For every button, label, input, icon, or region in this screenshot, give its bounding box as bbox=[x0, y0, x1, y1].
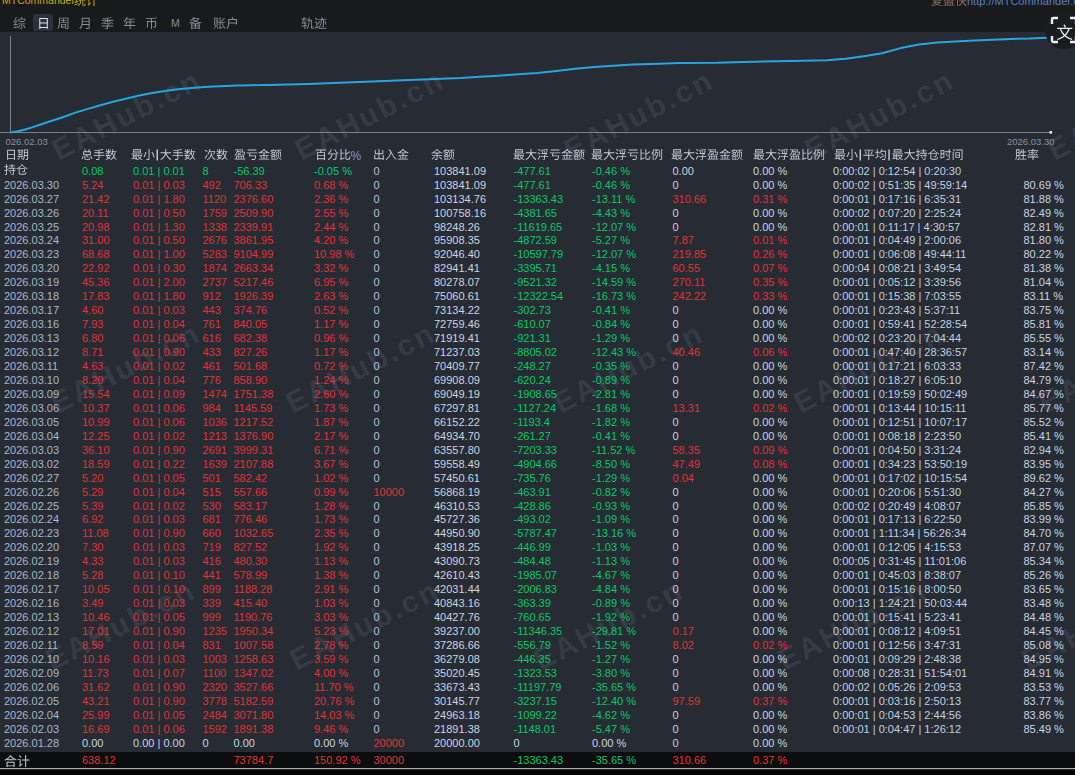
svg-text:2026.03.30: 2026.03.30 bbox=[1007, 136, 1055, 147]
svg-text:026.02.03: 026.02.03 bbox=[6, 136, 48, 147]
